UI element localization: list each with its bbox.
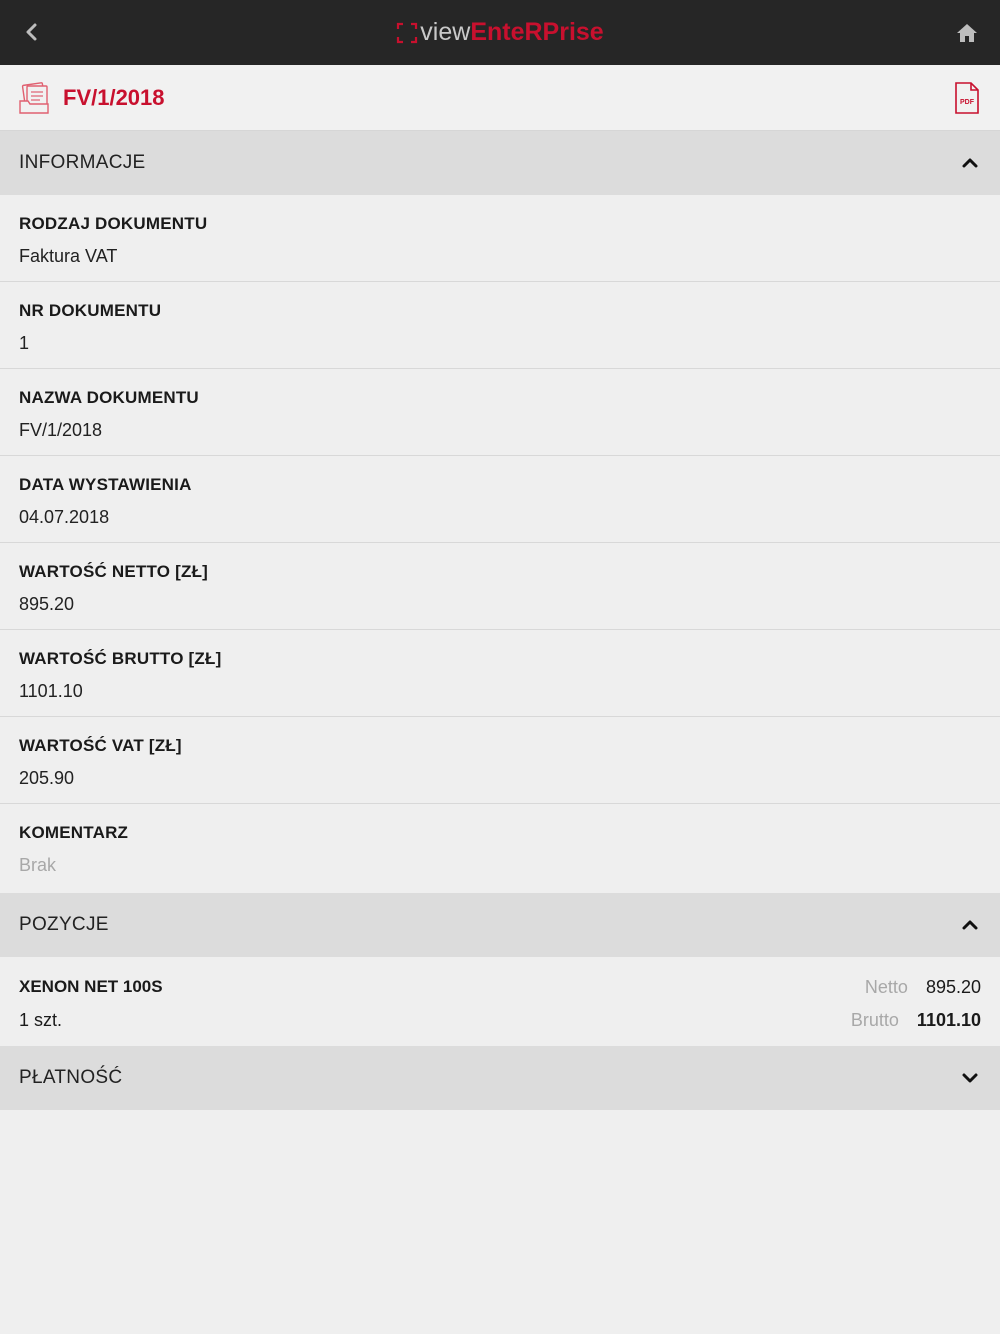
section-informacje-title: INFORMACJE: [19, 152, 146, 173]
chevron-up-icon: [962, 920, 978, 930]
field-label: RODZAJ DOKUMENTU: [19, 214, 208, 233]
field-wartosc-vat: WARTOŚĆ VAT [ZŁ] 205.90: [0, 717, 1000, 804]
position-name: XENON NET 100S: [19, 977, 163, 996]
field-label: KOMENTARZ: [19, 823, 129, 842]
field-value: Brak: [19, 855, 57, 875]
position-quantity: 1 szt.: [19, 1010, 63, 1030]
brutto-label: Brutto: [850, 1010, 899, 1030]
section-platnosc[interactable]: PŁATNOŚĆ: [0, 1046, 1000, 1110]
field-value: 04.07.2018: [19, 507, 110, 527]
field-label: NAZWA DOKUMENTU: [19, 388, 199, 407]
section-pozycje[interactable]: POZYCJE: [0, 893, 1000, 957]
documents-icon: [19, 81, 49, 114]
field-value: 1101.10: [19, 681, 83, 701]
chevron-left-icon: [26, 23, 37, 41]
document-title: FV/1/2018: [63, 84, 165, 110]
field-data-wystawienia: DATA WYSTAWIENIA 04.07.2018: [0, 456, 1000, 543]
section-informacje[interactable]: INFORMACJE: [0, 131, 1000, 195]
position-netto: Netto 895.20: [865, 977, 981, 998]
field-wartosc-netto: WARTOŚĆ NETTO [ZŁ] 895.20: [0, 543, 1000, 630]
field-label: WARTOŚĆ NETTO [ZŁ]: [19, 562, 209, 581]
field-nazwa-dokumentu: NAZWA DOKUMENTU FV/1/2018: [0, 369, 1000, 456]
brutto-value: 1101.10: [916, 1010, 981, 1030]
netto-label: Netto: [864, 977, 908, 997]
field-value: 895.20: [19, 594, 75, 614]
field-komentarz: KOMENTARZ Brak: [0, 804, 1000, 893]
logo-bracket-icon: [397, 22, 418, 43]
section-platnosc-title: PŁATNOŚĆ: [19, 1067, 123, 1088]
netto-value: 895.20: [925, 977, 981, 997]
field-value: Faktura VAT: [19, 246, 118, 266]
section-pozycje-title: POZYCJE: [19, 914, 109, 935]
field-rodzaj-dokumentu: RODZAJ DOKUMENTU Faktura VAT: [0, 195, 1000, 282]
field-nr-dokumentu: NR DOKUMENTU 1: [0, 282, 1000, 369]
field-label: NR DOKUMENTU: [19, 301, 162, 320]
field-value: 205.90: [19, 768, 75, 788]
field-label: WARTOŚĆ BRUTTO [ZŁ]: [19, 649, 222, 668]
logo-text-brand: EnteRPrise: [470, 18, 604, 46]
list-item[interactable]: XENON NET 100S 1 szt. Netto 895.20 Brutto…: [0, 957, 1000, 1046]
home-icon: [957, 24, 977, 42]
home-button[interactable]: [954, 20, 980, 46]
pdf-icon-label: PDF: [960, 99, 975, 106]
app-logo: view EnteRPrise: [396, 18, 604, 46]
field-label: WARTOŚĆ VAT [ZŁ]: [19, 736, 182, 755]
field-value: 1: [19, 333, 30, 353]
pdf-icon[interactable]: PDF: [954, 82, 980, 114]
position-brutto: Brutto 1101.10: [851, 1010, 981, 1031]
info-fields: RODZAJ DOKUMENTU Faktura VAT NR DOKUMENT…: [0, 195, 1000, 893]
back-button[interactable]: [18, 18, 46, 46]
field-wartosc-brutto: WARTOŚĆ BRUTTO [ZŁ] 1101.10: [0, 630, 1000, 717]
field-value: FV/1/2018: [19, 420, 103, 440]
document-bar: FV/1/2018 PDF: [0, 65, 1000, 131]
top-bar: view EnteRPrise: [0, 0, 1000, 65]
logo-text-view: view: [420, 18, 471, 46]
field-label: DATA WYSTAWIENIA: [19, 475, 192, 494]
chevron-down-icon: [962, 1073, 978, 1083]
chevron-up-icon: [962, 158, 978, 168]
